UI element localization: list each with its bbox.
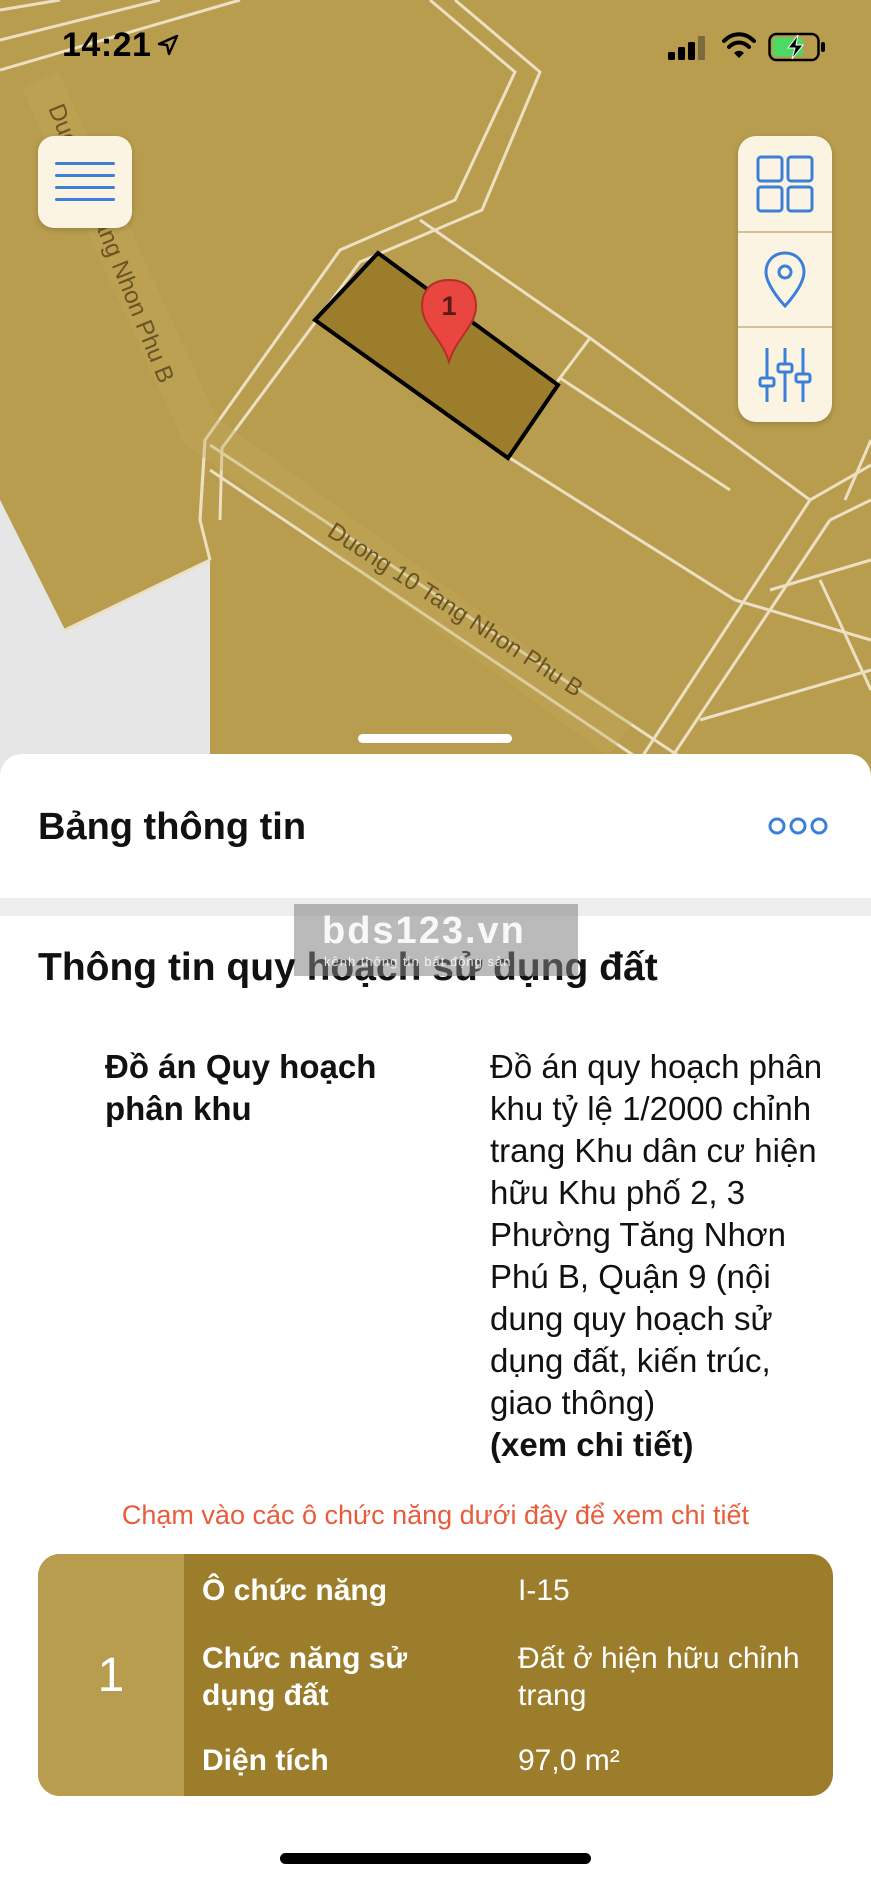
sheet-grabber[interactable] (358, 734, 512, 743)
plan-value: Đồ án quy hoạch phân khu tỷ lệ 1/2000 ch… (490, 1048, 823, 1421)
location-arrow-icon (157, 34, 179, 56)
cell-key-code: Ô chức năng (202, 1574, 388, 1607)
filter-button[interactable] (738, 326, 832, 421)
location-pin-icon (764, 250, 806, 308)
layers-button[interactable] (738, 136, 832, 231)
cell-value-land-use: Đất ở hiện hữu chỉnh trang (518, 1642, 800, 1712)
wifi-icon (722, 32, 756, 58)
locate-button[interactable] (738, 231, 832, 326)
hamburger-menu-icon (55, 162, 115, 201)
watermark-sub: kênh thông tin bất động sản (324, 954, 512, 969)
signal-icon (668, 36, 705, 60)
hint-text: Chạm vào các ô chức năng dưới đây để xem… (121, 1500, 750, 1530)
watermark-logo: bds123.vn kênh thông tin bất động sản (294, 904, 578, 976)
status-bar: 14:21 (0, 0, 871, 96)
map-tool-stack (738, 136, 832, 422)
plan-detail-link[interactable]: (xem chi tiết) (490, 1424, 840, 1466)
marker-label: 1 (441, 291, 456, 321)
plan-value-block: Đồ án quy hoạch phân khu tỷ lệ 1/2000 ch… (490, 1046, 840, 1466)
road-label-bottom: Duong 10 Tang Nhon Phu B (323, 517, 588, 702)
map-view[interactable]: Duong 10 Tang Nhon Phu B Duong 10 Tang N… (0, 0, 871, 800)
function-cell-card[interactable]: 1 Ô chức năng I-15 Chức năng sử dụng đất… (38, 1554, 833, 1796)
menu-button[interactable] (38, 136, 132, 228)
plan-label: Đồ án Quy hoạch phân khu (105, 1048, 377, 1127)
watermark-main: bds123.vn (322, 910, 526, 952)
grid-layers-icon (756, 155, 814, 212)
panel-title: Bảng thông tin (38, 806, 307, 848)
cell-key-area: Diện tích (202, 1744, 329, 1777)
more-dots-icon[interactable] (768, 814, 828, 838)
sliders-icon (758, 347, 812, 402)
cell-index: 1 (38, 1554, 184, 1796)
battery-charging-icon (768, 32, 825, 62)
home-indicator (280, 1853, 591, 1864)
status-time: 14:21 (62, 26, 152, 64)
cell-value-area: 97,0 m² (518, 1744, 620, 1777)
cell-value-code: I-15 (518, 1574, 570, 1607)
cell-key-land-use: Chức năng sử dụng đất (202, 1642, 408, 1712)
